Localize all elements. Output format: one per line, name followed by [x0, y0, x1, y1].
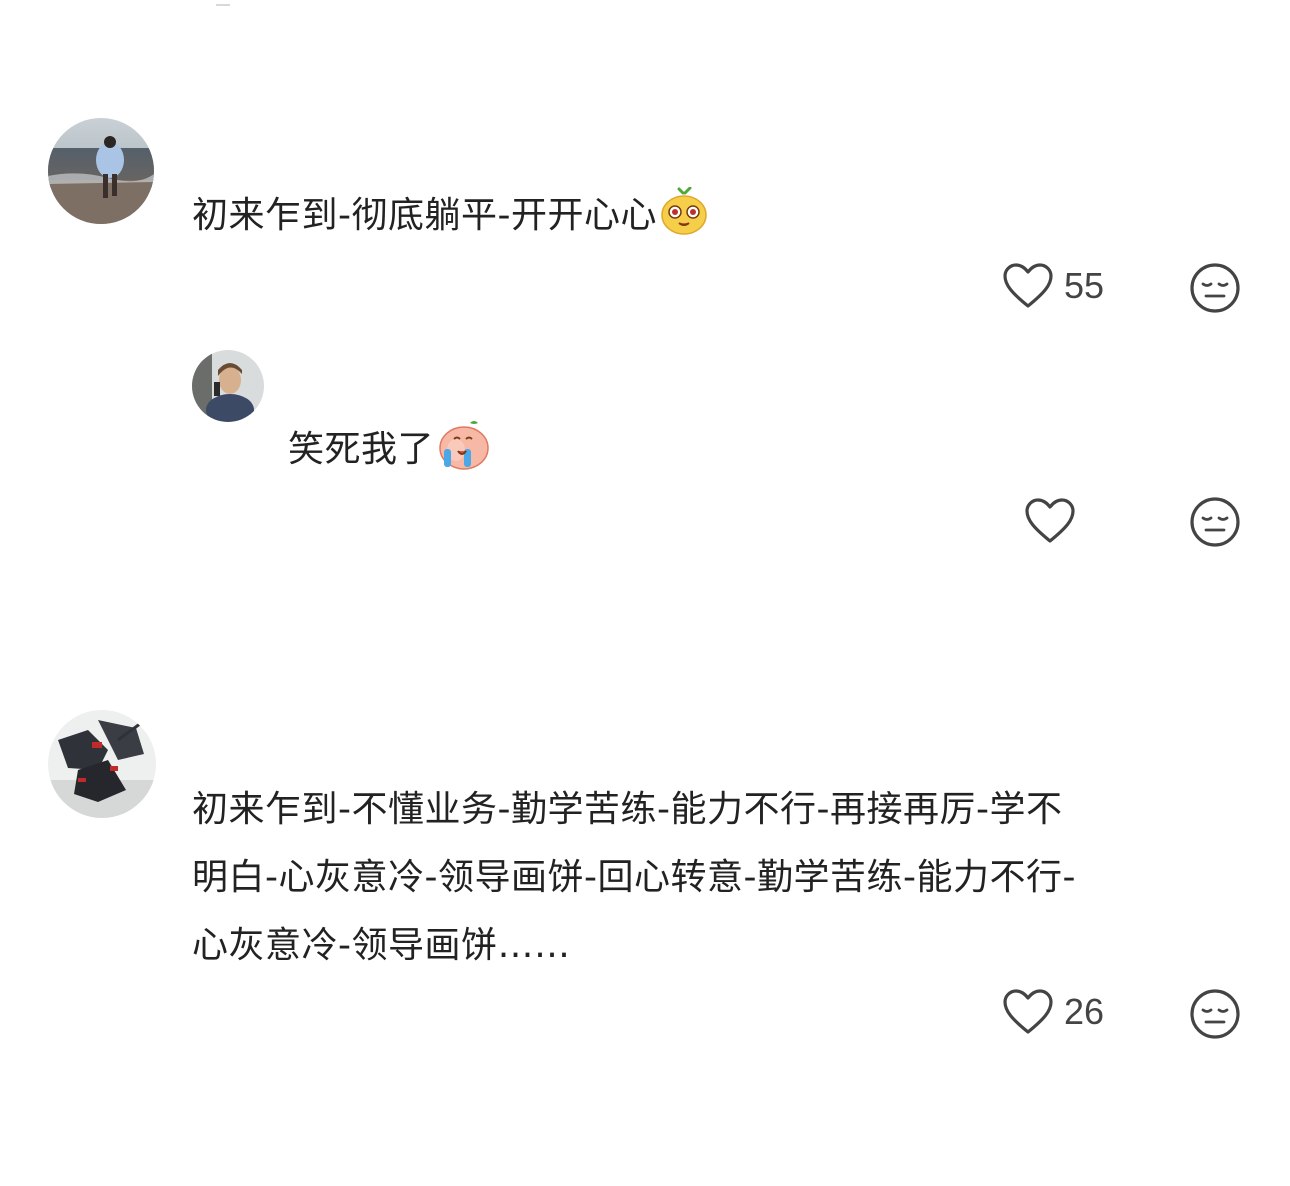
heart-outline-icon — [1003, 263, 1053, 308]
heart-outline-icon — [1003, 989, 1053, 1034]
avatar-mecha-photo — [48, 710, 156, 818]
avatar-beach-photo — [48, 118, 154, 224]
comment-text: 初来乍到-不懂业务-勤学苦练-能力不行-再接再厉-学不 明白-心灰意冷-领导画饼… — [192, 776, 1076, 980]
reply-dislike-button[interactable] — [1189, 496, 1241, 548]
reply-avatar[interactable] — [192, 350, 264, 422]
top-divider-fragment — [216, 4, 230, 6]
comment-text: 初来乍到-彻底躺平-开开心心 — [192, 182, 709, 260]
like-button[interactable]: 26 — [1002, 988, 1104, 1036]
like-count: 55 — [1064, 265, 1105, 306]
avatar[interactable] — [48, 710, 156, 818]
expressionless-face-icon — [1190, 497, 1240, 547]
heart-outline-icon — [1025, 498, 1075, 543]
expressionless-face-icon — [1190, 989, 1240, 1039]
avatar[interactable] — [48, 118, 154, 224]
yellow-cat-face-emoji-icon — [659, 186, 709, 260]
like-count: 26 — [1064, 991, 1105, 1032]
comment-text-content: 初来乍到-彻底躺平-开开心心 — [192, 195, 657, 236]
expressionless-face-icon — [1190, 263, 1240, 313]
comment-text-line: 初来乍到-不懂业务-勤学苦练-能力不行-再接再厉-学不 — [192, 789, 1063, 830]
reply-text: 笑死我了 — [288, 416, 492, 494]
avatar-person-photo — [192, 350, 264, 422]
reply-text-content: 笑死我了 — [288, 429, 435, 470]
comment-text-line: 心灰意冷-领导画饼…… — [192, 925, 571, 966]
dislike-button[interactable] — [1189, 988, 1241, 1040]
comment-text-line: 明白-心灰意冷-领导画饼-回心转意-勤学苦练-能力不行- — [192, 857, 1076, 898]
like-button[interactable]: 55 — [1002, 262, 1104, 310]
crying-laughing-peach-emoji-icon — [436, 419, 492, 494]
reply-like-button[interactable] — [1024, 497, 1076, 545]
dislike-button[interactable] — [1189, 262, 1241, 314]
